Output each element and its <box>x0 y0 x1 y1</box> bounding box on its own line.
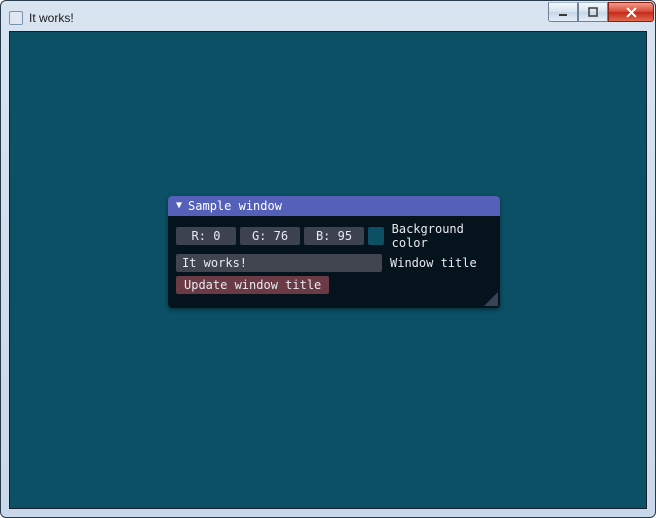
close-button[interactable] <box>608 2 654 22</box>
title-input-label: Window title <box>390 256 477 270</box>
minimize-button[interactable] <box>548 2 578 22</box>
maximize-icon <box>588 7 598 17</box>
window-controls <box>548 2 654 22</box>
minimize-icon <box>558 7 568 17</box>
rgb-field-label: Background color <box>392 222 492 250</box>
rgb-row: R: 0 G: 76 B: 95 Background color <box>176 222 492 250</box>
update-title-button[interactable]: Update window title <box>176 276 329 294</box>
window-title: It works! <box>29 11 74 25</box>
b-slider[interactable]: B: 95 <box>304 227 364 245</box>
app-icon <box>9 11 23 25</box>
panel-header[interactable]: ▼ Sample window <box>168 196 500 216</box>
maximize-button[interactable] <box>578 2 608 22</box>
title-input[interactable]: It works! <box>176 254 382 272</box>
panel-body: R: 0 G: 76 B: 95 Background color It wor… <box>168 216 500 308</box>
close-icon <box>626 7 637 18</box>
color-swatch[interactable] <box>368 227 384 245</box>
os-window-frame: It works! ▼ Sample window R: 0 G: 76 B: … <box>0 0 656 518</box>
resize-grip-icon[interactable] <box>484 292 498 306</box>
panel-title: Sample window <box>188 199 282 213</box>
collapse-icon: ▼ <box>176 201 182 211</box>
button-row: Update window title <box>176 276 492 294</box>
title-input-row: It works! Window title <box>176 254 492 272</box>
client-area: ▼ Sample window R: 0 G: 76 B: 95 Backgro… <box>9 31 647 509</box>
r-slider[interactable]: R: 0 <box>176 227 236 245</box>
imgui-panel[interactable]: ▼ Sample window R: 0 G: 76 B: 95 Backgro… <box>168 196 500 308</box>
g-slider[interactable]: G: 76 <box>240 227 300 245</box>
